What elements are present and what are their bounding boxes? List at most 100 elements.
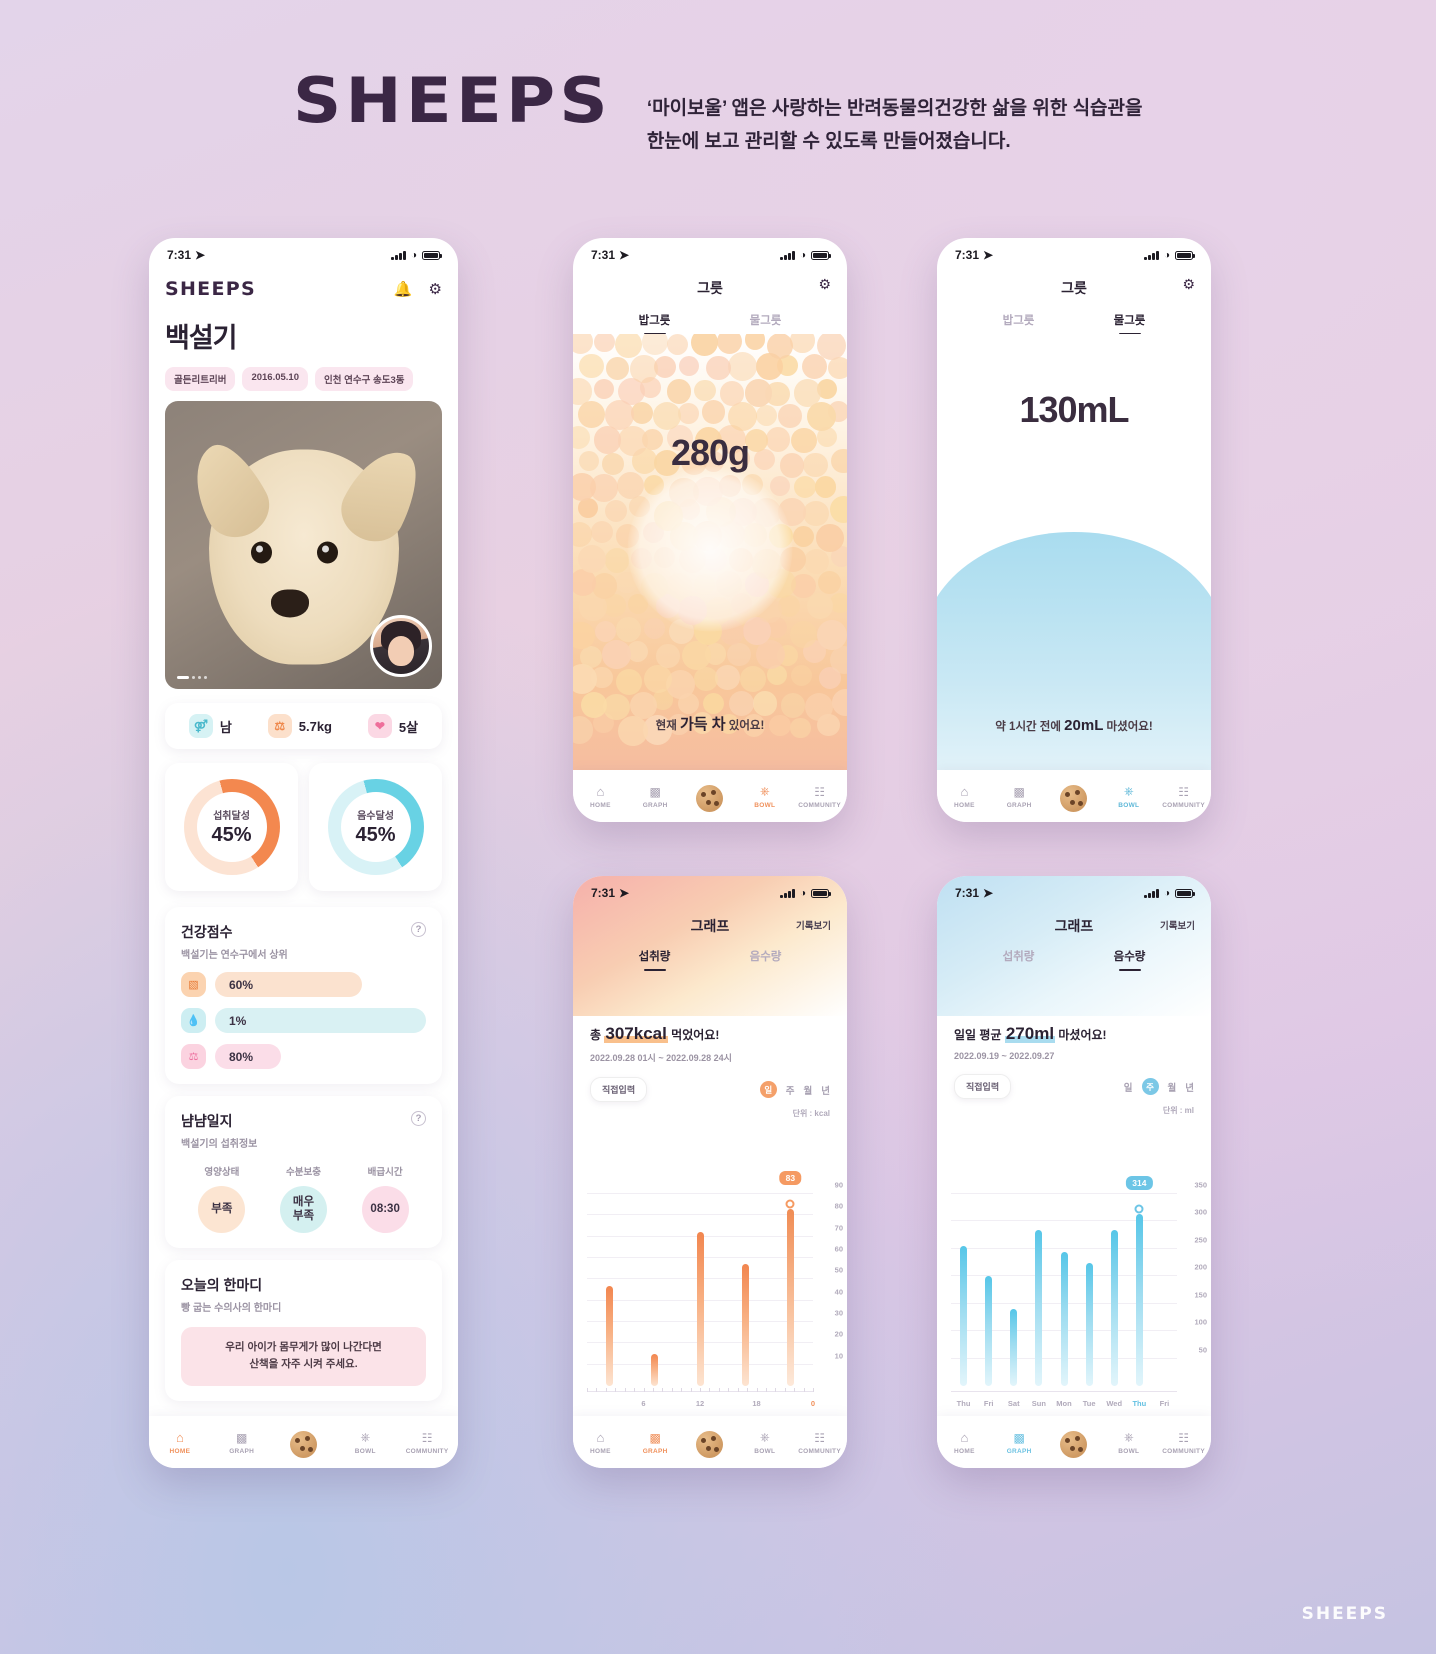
bowl-tabs: 밥그릇 물그릇 [573,312,847,335]
nav-item-bowl[interactable]: ⎈ BOWL [1104,1430,1154,1455]
home-icon: ⌂ [960,1429,969,1445]
period-month[interactable]: 월 [804,1083,813,1097]
y-tick-label: 70 [834,1223,843,1233]
nav-item-home[interactable]: ⌂ HOME [939,784,989,809]
period-year[interactable]: 년 [821,1083,830,1097]
dog-eye-left [250,541,272,564]
graph-icon: ▩ [236,1430,248,1445]
health-food-bar: 60% [215,972,362,997]
ring-card-intake[interactable]: 섭취달성 45% [165,763,298,891]
chart-unit-label: 단위 : ml [1162,1106,1194,1115]
x-tick-label: Fri [983,1399,994,1408]
diary-title: 냠냠일지 [181,1113,233,1129]
nav-item-graph[interactable]: ▩ GRAPH [994,1430,1044,1455]
nav-item-cookie[interactable] [685,1430,735,1458]
pet-photo[interactable] [165,401,442,689]
nav-item-bowl[interactable]: ⎈ BOWL [340,1430,390,1455]
nav-item-cookie[interactable] [685,784,735,812]
stat-gender: ⚤ 남 [188,714,232,738]
manual-input-button[interactable]: 직접입력 [954,1074,1012,1099]
nav-item-home[interactable]: ⌂ HOME [575,784,625,809]
tab-intake[interactable]: 섭취량 [639,948,671,971]
period-month[interactable]: 월 [1168,1080,1177,1094]
kibble-dot [677,402,699,424]
period-week[interactable]: 주 [1141,1078,1159,1095]
nav-item-home[interactable]: ⌂ HOME [575,1430,625,1455]
kibble-dot [573,664,598,694]
x-tick-label: Sat [1007,1399,1020,1408]
nav-item-community[interactable]: ☷ COMMUNITY [795,784,845,809]
gear-icon[interactable]: ⚙ [818,276,831,293]
nav-item-graph[interactable]: ▩ GRAPH [217,1430,267,1455]
bell-icon[interactable]: 🔔 [394,280,413,298]
help-icon[interactable]: ? [411,1111,426,1126]
phone-home-screen: 7:31 ➤ ◑ SHEEPS 🔔 ⚙ 백설기 골든리트리버 2016.05.10… [149,238,458,1468]
tagline-line-1: ‘마이보울’ 앱은 사랑하는 반려동물의건강한 삶을 위한 식습관을 [646,98,1143,119]
x-tick [784,1388,786,1392]
record-link[interactable]: 기록보기 [1160,918,1195,932]
x-tick-label: Thu [956,1399,971,1408]
ring-intake-percent: 45% [211,824,252,846]
tab-water-bowl[interactable]: 물그릇 [1114,312,1146,335]
kibble-dot [715,665,740,690]
nav-item-graph[interactable]: ▩ GRAPH [630,1430,680,1455]
nav-item-cookie[interactable] [278,1430,328,1458]
period-week[interactable]: 주 [786,1083,795,1097]
signal-icon [780,888,795,898]
x-tick-label: 12 [695,1399,705,1408]
x-tick [690,1388,692,1392]
kibble-dot [678,355,699,376]
kibble-dot [579,645,603,669]
weight-scale-icon: ⚖ [181,1044,206,1069]
stat-age: ❤ 5살 [367,714,419,738]
signal-icon [391,250,406,260]
nav-item-graph[interactable]: ▩ GRAPH [630,784,680,809]
tab-water[interactable]: 음수량 [1114,948,1146,971]
graph-icon: ▩ [649,1430,661,1445]
tab-water[interactable]: 음수량 [750,948,782,971]
record-link[interactable]: 기록보기 [796,918,831,932]
photo-pagination[interactable] [177,676,207,679]
nav-item-community[interactable]: ☷ COMMUNITY [1159,784,1209,809]
period-year[interactable]: 년 [1185,1080,1194,1094]
x-tick [587,1388,588,1392]
gear-icon[interactable]: ⚙ [1182,276,1195,293]
y-tick-label: 200 [1194,1262,1207,1272]
period-day[interactable]: 일 [1124,1080,1133,1094]
help-icon[interactable]: ? [411,922,426,937]
bowl-tabs: 밥그릇 물그릇 [937,312,1211,335]
diary-col-nutrition: 영양상태 부족 [198,1164,246,1233]
nav-item-bowl[interactable]: ⎈ BOWL [740,1430,790,1455]
tab-food-bowl[interactable]: 밥그릇 [639,312,671,335]
nav-item-home[interactable]: ⌂ HOME [155,1430,205,1455]
page-title: 백설기 [165,323,238,353]
chart-tooltip-dot [785,1199,795,1209]
nav-item-cookie[interactable] [1049,1430,1099,1458]
status-bar: 7:31 ➤ ◑ [573,876,847,902]
x-tick-label: Fri [1159,1399,1170,1408]
community-icon: ☷ [421,1430,433,1445]
dog-illustration [177,433,431,665]
nav-item-community[interactable]: ☷ COMMUNITY [402,1430,452,1455]
nav-item-home[interactable]: ⌂ HOME [939,1430,989,1455]
y-tick-label: 60 [834,1244,843,1254]
avatar[interactable] [370,615,432,677]
period-day[interactable]: 일 [759,1081,777,1098]
manual-input-button[interactable]: 직접입력 [590,1077,648,1102]
tab-intake[interactable]: 섭취량 [1003,948,1035,971]
tab-water-bowl[interactable]: 물그릇 [750,312,782,335]
tab-food-bowl[interactable]: 밥그릇 [1003,312,1035,335]
chart-y-axis: 50 100 150 200 250 300 350 [1179,1181,1207,1386]
nav-item-community[interactable]: ☷ COMMUNITY [1159,1430,1209,1455]
kibble-dot [666,379,692,404]
nav-item-bowl[interactable]: ⎈ BOWL [740,784,790,809]
nav-item-bowl[interactable]: ⎈ BOWL [1104,784,1154,809]
ring-card-water[interactable]: 음수달성 45% [309,763,442,891]
nav-item-community[interactable]: ☷ COMMUNITY [795,1430,845,1455]
graph-summary: 일일 평균 270ml 마셨어요! 2022.09.19 ~ 2022.09.2… [937,1024,1211,1061]
stat-age-value: 5살 [398,719,419,735]
gear-icon[interactable]: ⚙ [429,280,442,298]
kibble-dot [616,472,644,500]
nav-item-graph[interactable]: ▩ GRAPH [994,784,1044,809]
nav-item-cookie[interactable] [1049,784,1099,812]
